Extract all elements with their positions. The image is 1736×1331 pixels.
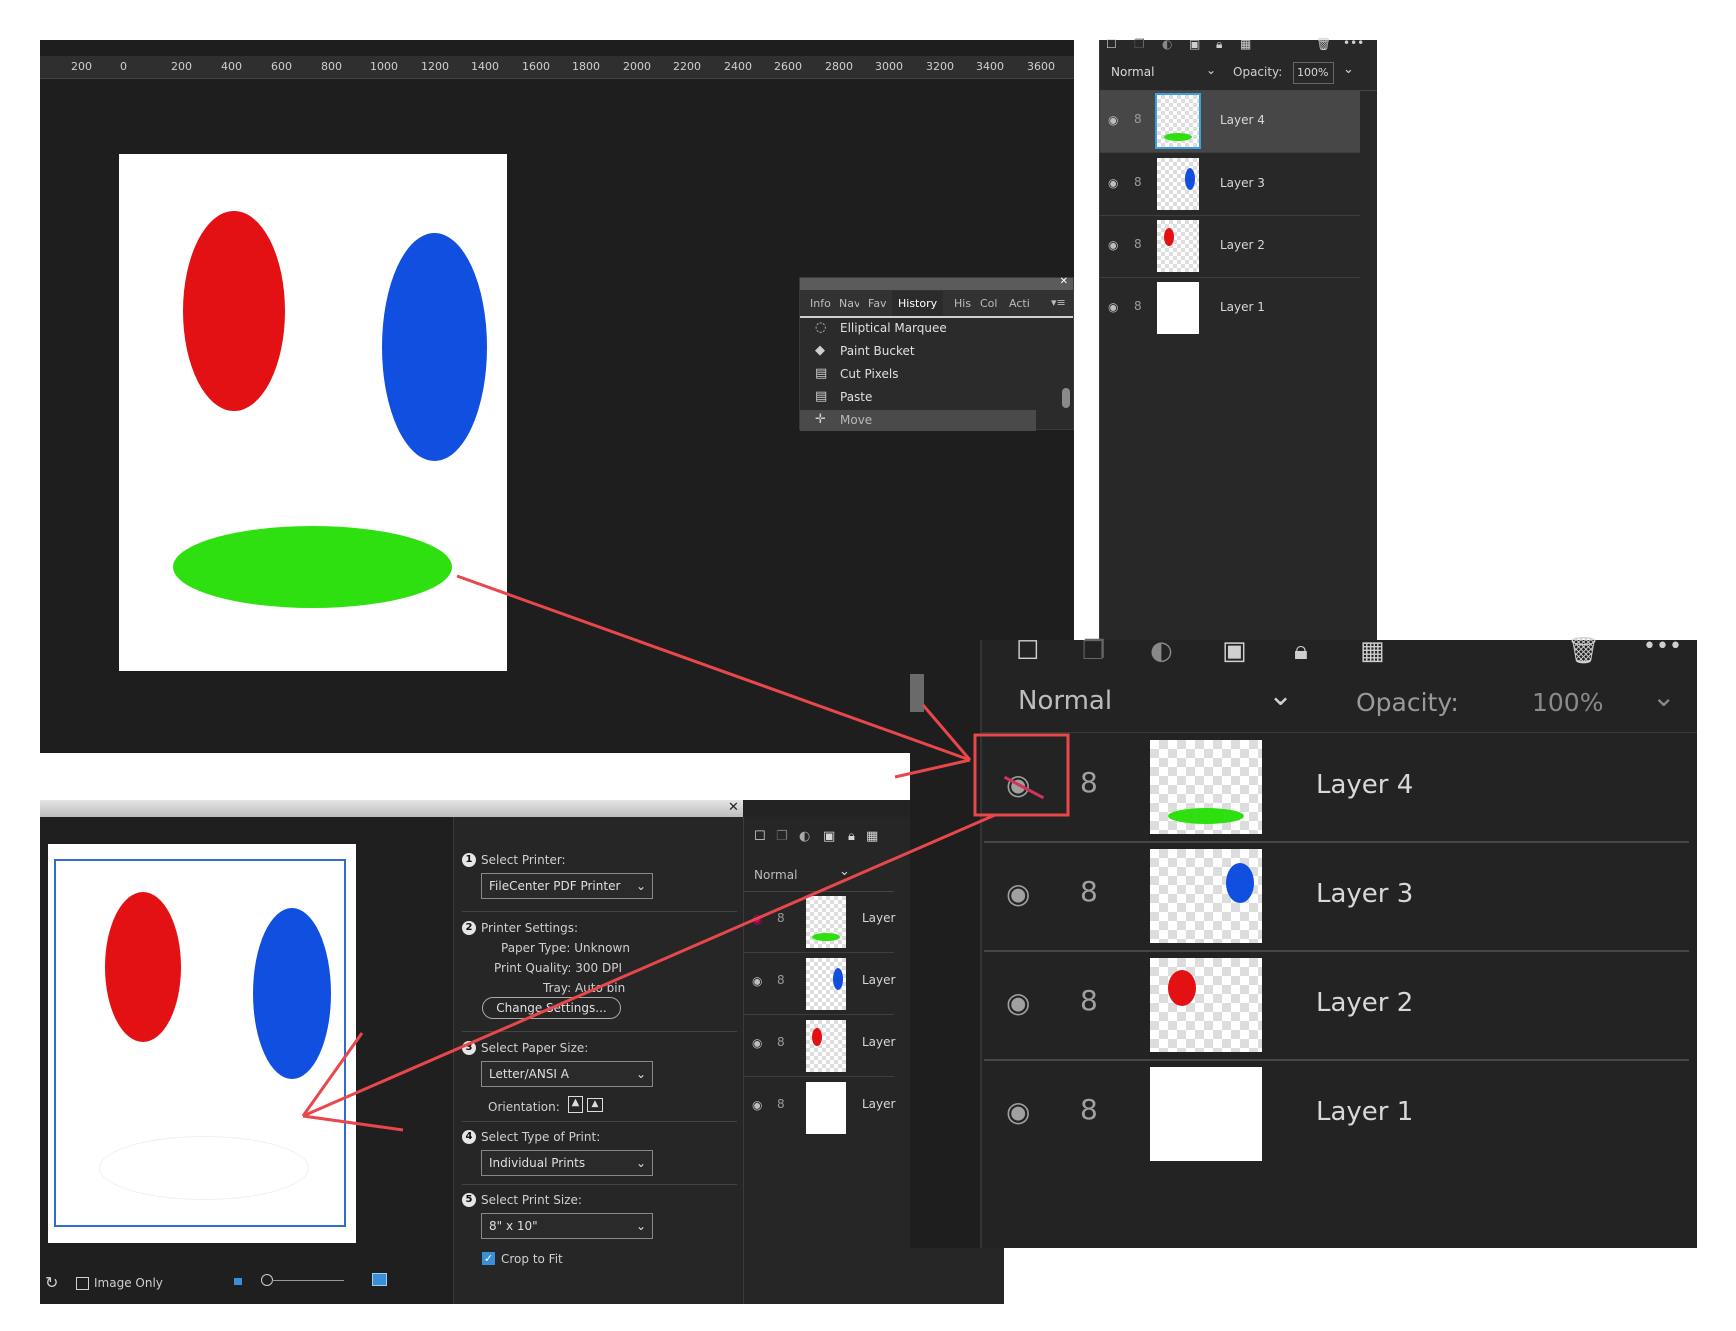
- callout-line: [894, 758, 971, 779]
- callout-highlight-box: [973, 733, 1070, 817]
- callout-line: [456, 574, 971, 762]
- callout-arrows: [301, 574, 1070, 1132]
- callout-line: [302, 813, 996, 1118]
- callout-line: [302, 1114, 404, 1132]
